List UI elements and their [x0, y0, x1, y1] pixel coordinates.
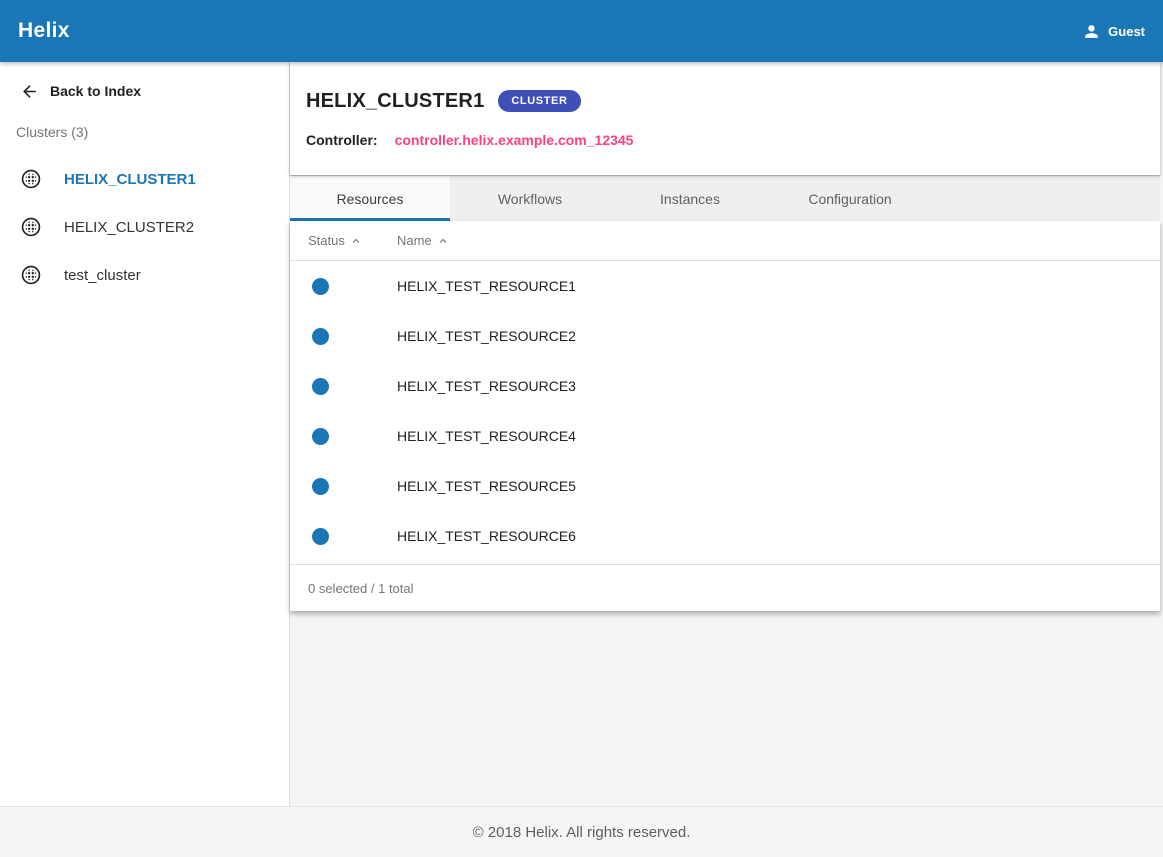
page-title: HELIX_CLUSTER1	[306, 90, 484, 113]
cluster-type-badge: CLUSTER	[498, 90, 580, 112]
column-header-label: Name	[397, 233, 432, 248]
table-row[interactable]: HELIX_TEST_RESOURCE6	[290, 511, 1160, 561]
column-header-label: Status	[308, 233, 345, 248]
user-label: Guest	[1108, 24, 1145, 39]
clusters-section-label: Clusters (3)	[0, 124, 289, 140]
table-row[interactable]: HELIX_TEST_RESOURCE2	[290, 311, 1160, 361]
cluster-item-label: test_cluster	[64, 267, 141, 284]
controller-row: Controller: controller.helix.example.com…	[306, 132, 1144, 148]
back-to-index-link[interactable]: Back to Index	[0, 78, 289, 104]
back-to-index-label: Back to Index	[50, 83, 141, 99]
table-row[interactable]: HELIX_TEST_RESOURCE4	[290, 411, 1160, 461]
status-cell	[290, 278, 397, 295]
copyright-text: © 2018 Helix. All rights reserved.	[473, 824, 691, 841]
main-content: HELIX_CLUSTER1 CLUSTER Controller: contr…	[290, 62, 1163, 806]
status-dot-icon	[312, 528, 329, 545]
page-body: Back to Index Clusters (3) HELIX_CLUSTER…	[0, 62, 1163, 806]
tab-workflows[interactable]: Workflows	[450, 176, 610, 221]
user-menu[interactable]: Guest	[1082, 22, 1145, 41]
selection-summary: 0 selected / 1 total	[290, 564, 1160, 611]
blur-circular-icon	[20, 264, 42, 286]
status-dot-icon	[312, 328, 329, 345]
blur-circular-icon	[20, 216, 42, 238]
status-cell	[290, 428, 397, 445]
title-row: HELIX_CLUSTER1 CLUSTER	[306, 90, 1144, 113]
status-dot-icon	[312, 478, 329, 495]
sidebar-item-helix-cluster1[interactable]: HELIX_CLUSTER1	[0, 155, 289, 203]
cluster-item-label: HELIX_CLUSTER1	[64, 171, 196, 188]
tab-bar: Resources Workflows Instances Configurat…	[290, 175, 1160, 221]
page-footer: © 2018 Helix. All rights reserved.	[0, 806, 1163, 857]
caret-up-icon	[351, 236, 361, 246]
status-dot-icon	[312, 428, 329, 445]
sidebar: Back to Index Clusters (3) HELIX_CLUSTER…	[0, 62, 290, 806]
sidebar-item-test-cluster[interactable]: test_cluster	[0, 251, 289, 299]
status-cell	[290, 528, 397, 545]
table-row[interactable]: HELIX_TEST_RESOURCE3	[290, 361, 1160, 411]
cluster-list: HELIX_CLUSTER1 HELIX_CLUSTER2	[0, 155, 289, 299]
status-dot-icon	[312, 278, 329, 295]
status-cell	[290, 328, 397, 345]
resource-name: HELIX_TEST_RESOURCE5	[397, 478, 1160, 494]
app-logo[interactable]: Helix	[18, 19, 70, 43]
status-dot-icon	[312, 378, 329, 395]
app-root: Helix Guest Back to Index Clusters (3)	[0, 0, 1163, 857]
resource-name: HELIX_TEST_RESOURCE2	[397, 328, 1160, 344]
status-cell	[290, 378, 397, 395]
sidebar-item-helix-cluster2[interactable]: HELIX_CLUSTER2	[0, 203, 289, 251]
controller-label: Controller:	[306, 132, 378, 148]
arrow-left-icon	[20, 82, 39, 101]
cluster-header-card: HELIX_CLUSTER1 CLUSTER Controller: contr…	[290, 62, 1160, 175]
column-header-status[interactable]: Status	[290, 233, 397, 248]
resource-name: HELIX_TEST_RESOURCE6	[397, 528, 1160, 544]
status-cell	[290, 478, 397, 495]
resource-name: HELIX_TEST_RESOURCE3	[397, 378, 1160, 394]
table-header-row: Status Name	[290, 221, 1160, 261]
tab-configuration[interactable]: Configuration	[770, 176, 930, 221]
tab-instances[interactable]: Instances	[610, 176, 770, 221]
resource-name: HELIX_TEST_RESOURCE1	[397, 278, 1160, 294]
table-row[interactable]: HELIX_TEST_RESOURCE1	[290, 261, 1160, 311]
caret-up-icon	[438, 236, 448, 246]
table-row[interactable]: HELIX_TEST_RESOURCE5	[290, 461, 1160, 511]
tab-resources[interactable]: Resources	[290, 176, 450, 221]
cluster-item-label: HELIX_CLUSTER2	[64, 219, 194, 236]
column-header-name[interactable]: Name	[397, 233, 1160, 248]
resources-table: Status Name	[290, 221, 1160, 611]
controller-link[interactable]: controller.helix.example.com_12345	[395, 132, 634, 148]
resource-name: HELIX_TEST_RESOURCE4	[397, 428, 1160, 444]
app-header: Helix Guest	[0, 0, 1163, 62]
person-icon	[1082, 22, 1101, 41]
blur-circular-icon	[20, 168, 42, 190]
